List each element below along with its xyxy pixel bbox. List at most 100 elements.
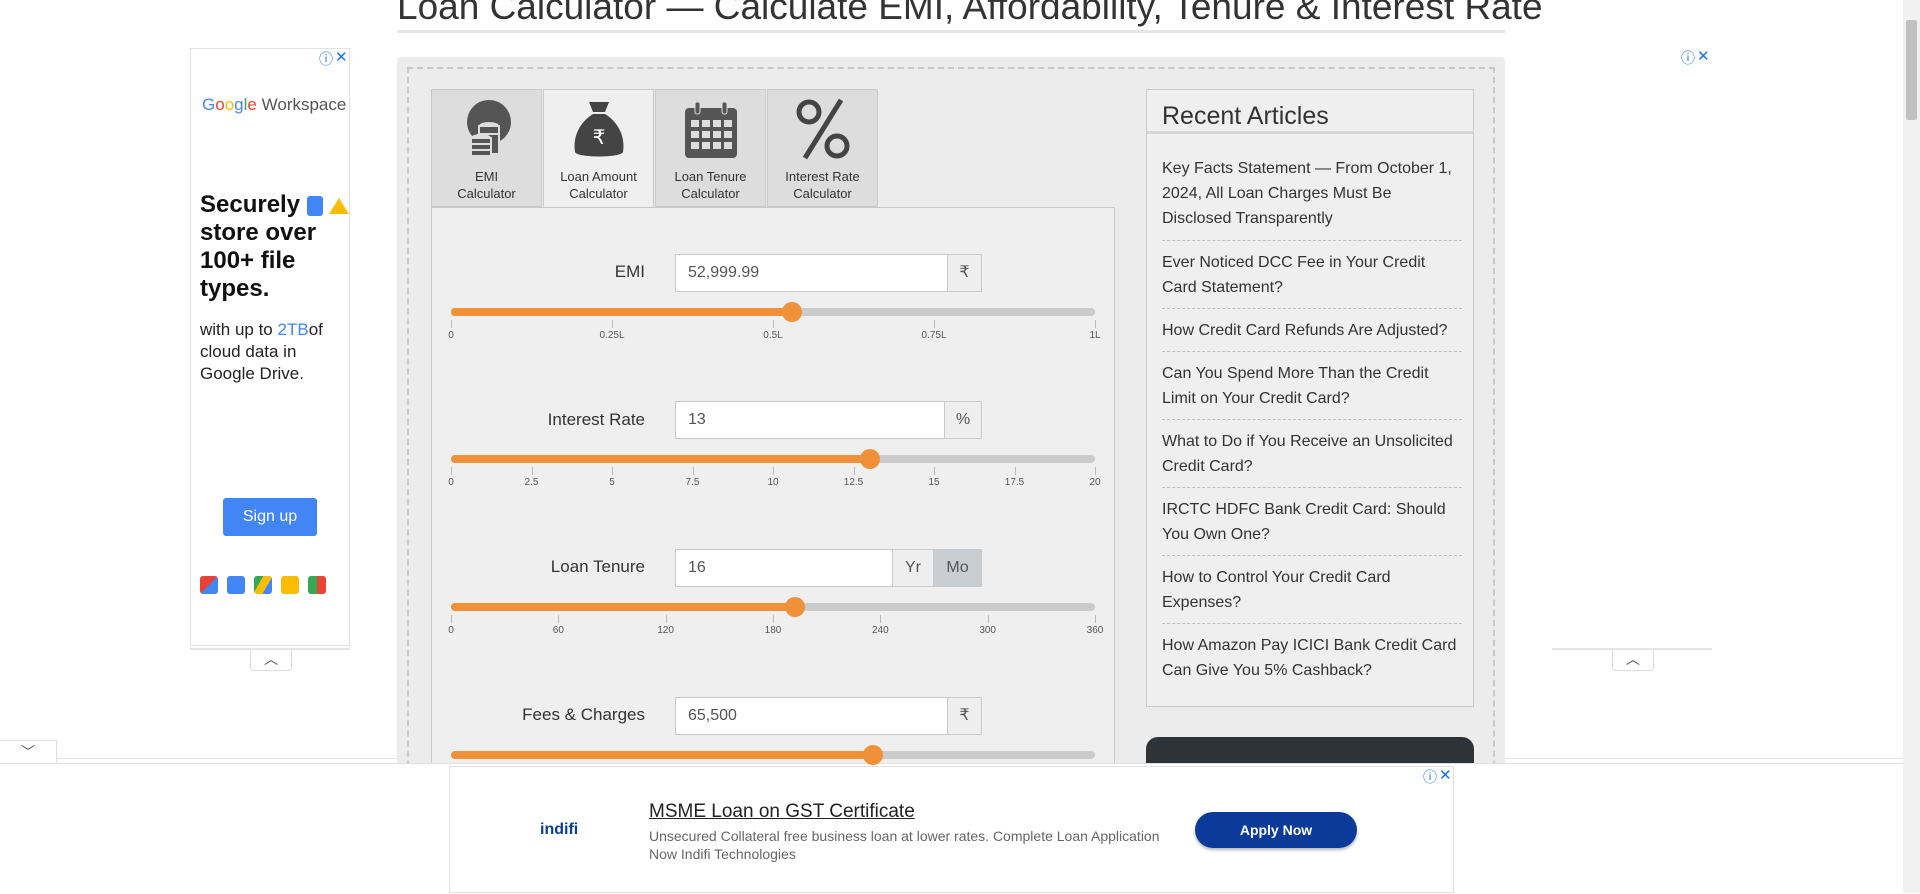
info-icon[interactable]: ⓘ bbox=[1681, 48, 1695, 68]
bottom-ad[interactable]: ⓘ ✕ indifi MSME Loan on GST Certificate … bbox=[449, 766, 1454, 893]
slider-tick bbox=[1095, 467, 1096, 475]
indifi-logo: indifi bbox=[540, 821, 579, 838]
close-icon[interactable]: ✕ bbox=[335, 48, 348, 66]
calendar-icon bbox=[685, 101, 737, 158]
month-toggle[interactable]: Mo bbox=[933, 549, 982, 587]
slider-tick bbox=[612, 320, 613, 328]
info-icon[interactable]: ⓘ bbox=[1423, 767, 1437, 787]
slider-tick-label: 300 bbox=[979, 625, 996, 636]
tab-interest-rate-calculator[interactable]: Interest Rate Calculator bbox=[767, 89, 878, 207]
ad-title-link[interactable]: MSME Loan on GST Certificate bbox=[649, 801, 915, 823]
apply-now-button[interactable]: Apply Now bbox=[1195, 812, 1357, 848]
chevron-up-icon[interactable]: ︿ bbox=[1612, 650, 1654, 671]
rupee-unit: ₹ bbox=[947, 697, 982, 735]
slider-fill bbox=[451, 308, 793, 316]
slider-tick-label: 240 bbox=[871, 625, 889, 636]
close-icon[interactable]: ✕ bbox=[1439, 766, 1452, 784]
left-ad[interactable]: ⓘ ✕ Google Workspace Securely store over… bbox=[190, 48, 350, 646]
slider-tick bbox=[934, 467, 935, 475]
article-link[interactable]: Can You Spend More Than the Credit Limit… bbox=[1162, 361, 1462, 411]
slider-tick-label: 1L bbox=[1089, 330, 1101, 341]
ad-body-text: with up to 2TBof cloud data in Google Dr… bbox=[200, 320, 323, 383]
article-link[interactable]: What to Do if You Receive an Unsolicited… bbox=[1162, 429, 1462, 479]
tab-label: EMI Calculator bbox=[457, 169, 516, 201]
percent-unit: % bbox=[944, 401, 982, 439]
close-icon[interactable]: ✕ bbox=[1697, 47, 1710, 65]
loan-tenure-label: Loan Tenure bbox=[550, 557, 645, 576]
gmail-icon bbox=[200, 576, 218, 594]
chevron-up-icon[interactable]: ︿ bbox=[250, 650, 292, 671]
article-link[interactable]: IRCTC HDFC Bank Credit Card: Should You … bbox=[1162, 497, 1462, 547]
percent-icon bbox=[796, 98, 850, 160]
slider-tick-label: 0.5L bbox=[763, 330, 783, 341]
rupee-unit: ₹ bbox=[947, 254, 982, 292]
slider-tick bbox=[451, 615, 452, 623]
slider-tick-label: 180 bbox=[764, 625, 782, 636]
slider-tick-label: 0.25L bbox=[599, 330, 625, 341]
scrollbar[interactable] bbox=[1903, 0, 1920, 893]
slider-fill bbox=[451, 455, 870, 463]
tab-loan-tenure-calculator[interactable]: Loan Tenure Calculator bbox=[655, 89, 766, 207]
slider-handle[interactable] bbox=[784, 597, 805, 617]
slider-tick-label: 7.5 bbox=[685, 477, 700, 488]
slider-tick-label: 20 bbox=[1089, 477, 1101, 488]
slider-tick bbox=[773, 615, 774, 623]
fees-charges-label: Fees & Charges bbox=[522, 705, 645, 724]
slider-handle[interactable] bbox=[862, 745, 883, 765]
article-link[interactable]: How Credit Card Refunds Are Adjusted? bbox=[1162, 318, 1462, 343]
tab-label: Interest Rate Calculator bbox=[785, 169, 860, 201]
slider-tick-label: 360 bbox=[1086, 625, 1104, 636]
fees-charges-input[interactable]: 65,500 bbox=[675, 697, 948, 735]
article-link[interactable]: Key Facts Statement — From October 1, 20… bbox=[1162, 156, 1462, 231]
slider-tick bbox=[451, 320, 452, 328]
slider-tick bbox=[558, 615, 560, 623]
article-divider bbox=[1162, 240, 1462, 241]
emi-input[interactable]: 52,999.99 bbox=[675, 254, 948, 292]
slider-tick bbox=[665, 615, 667, 623]
slider-tick bbox=[1095, 615, 1096, 623]
calendar-app-icon bbox=[227, 576, 245, 594]
interest-rate-label: Interest Rate bbox=[547, 410, 645, 429]
article-link[interactable]: How Amazon Pay ICICI Bank Credit Card Ca… bbox=[1162, 633, 1462, 683]
scrollbar-thumb[interactable] bbox=[1906, 20, 1917, 120]
slider-tick-label: 10 bbox=[767, 477, 779, 488]
year-toggle[interactable]: Yr bbox=[892, 549, 934, 587]
page-title: Loan Calculator — Calculate EMI, Afforda… bbox=[397, 0, 1543, 33]
slider-tick-label: 0 bbox=[448, 330, 454, 341]
slider-fill bbox=[451, 603, 795, 611]
tab-loan-amount-calculator[interactable]: ₹ Loan Amount Calculator bbox=[543, 89, 654, 207]
slider-tick bbox=[531, 467, 533, 475]
title-divider bbox=[1147, 131, 1473, 134]
lock-icon bbox=[306, 195, 323, 216]
meet-icon bbox=[308, 576, 326, 594]
article-link[interactable]: How to Control Your Credit Card Expenses… bbox=[1162, 565, 1462, 615]
slider-handle[interactable] bbox=[859, 449, 880, 469]
sign-up-button[interactable]: Sign up bbox=[223, 498, 317, 536]
slider-tick bbox=[612, 467, 613, 475]
interest-rate-input[interactable]: 13 bbox=[675, 401, 945, 439]
slider-fill bbox=[451, 751, 873, 759]
slider-tick bbox=[987, 615, 989, 623]
emi-label: EMI bbox=[614, 262, 645, 281]
tab-emi-calculator[interactable]: EMI Calculator bbox=[431, 89, 542, 207]
article-divider bbox=[1162, 308, 1462, 309]
info-icon[interactable]: ⓘ bbox=[319, 49, 333, 69]
slider-tick-label: 0 bbox=[448, 625, 454, 636]
article-link[interactable]: Ever Noticed DCC Fee in Your Credit Card… bbox=[1162, 250, 1462, 300]
slider-tick-label: 5 bbox=[609, 477, 615, 488]
chevron-down-icon[interactable]: ﹀ bbox=[0, 740, 57, 763]
loan-tenure-input[interactable]: 16 bbox=[675, 549, 893, 587]
money-bag-icon: ₹ bbox=[574, 102, 624, 157]
slider-tick bbox=[934, 320, 935, 328]
article-divider bbox=[1162, 623, 1462, 624]
recent-articles-panel: Recent Articles Key Facts Statement — Fr… bbox=[1146, 89, 1474, 707]
slider-tick-label: 60 bbox=[552, 625, 564, 636]
slider-tick bbox=[773, 467, 774, 475]
slider-tick bbox=[773, 320, 774, 328]
keep-icon bbox=[281, 576, 299, 594]
slider-tick bbox=[880, 615, 882, 623]
calculator-tabs: EMI Calculator ₹ Loan Amount Calculator … bbox=[431, 89, 879, 207]
drive-app-icon bbox=[254, 576, 272, 594]
article-divider bbox=[1162, 351, 1462, 352]
google-workspace-logo: Google Workspace bbox=[202, 95, 347, 114]
